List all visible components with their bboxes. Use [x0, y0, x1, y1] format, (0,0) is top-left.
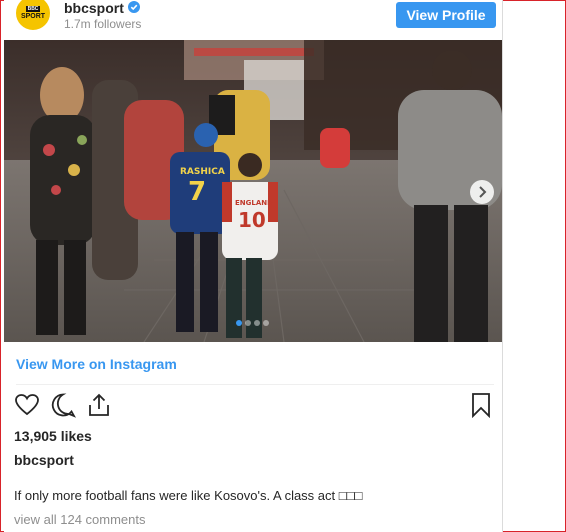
avatar-bbc-text: BBC [25, 5, 41, 12]
username-link[interactable]: bbcsport [64, 0, 124, 16]
shirt-right-name: ENGLAND [235, 199, 273, 207]
avatar-sport-text: SPORT [20, 12, 46, 20]
carousel-dot [263, 320, 269, 326]
instagram-embed-card: BBC SPORT bbcsport 1.7m followers View P… [4, 0, 503, 532]
followers-count: 1.7m followers [64, 17, 142, 31]
view-more-link[interactable]: View More on Instagram [16, 356, 177, 372]
post-header: BBC SPORT bbcsport 1.7m followers View P… [4, 0, 502, 36]
carousel-dot [254, 320, 260, 326]
verified-icon [128, 1, 140, 13]
avatar[interactable]: BBC SPORT [16, 0, 50, 30]
shirt-left-number: 7 [188, 177, 206, 207]
heart-icon[interactable] [14, 392, 40, 418]
caption-username[interactable]: bbcsport [14, 452, 74, 468]
action-bar [4, 390, 502, 422]
likes-count[interactable]: 13,905 likes [14, 428, 92, 444]
divider [16, 384, 494, 385]
post-photo[interactable]: RASHICA 7 ENGLAND 10 [4, 40, 502, 342]
share-icon[interactable] [86, 392, 112, 418]
next-photo-button[interactable] [470, 180, 494, 204]
comment-icon[interactable] [50, 392, 76, 418]
chevron-right-icon [479, 186, 487, 198]
carousel-dot [236, 320, 242, 326]
view-comments-link[interactable]: view all 124 comments [14, 512, 146, 528]
carousel-dot [245, 320, 251, 326]
shirt-right-number: 10 [238, 208, 266, 232]
bookmark-icon[interactable] [468, 392, 494, 418]
carousel-dots [236, 320, 269, 326]
view-profile-button[interactable]: View Profile [396, 2, 496, 28]
shirt-left-name: RASHICA [180, 167, 225, 177]
caption-text: If only more football fans were like Kos… [14, 488, 363, 503]
photo-illustration: RASHICA 7 ENGLAND 10 [4, 40, 502, 342]
